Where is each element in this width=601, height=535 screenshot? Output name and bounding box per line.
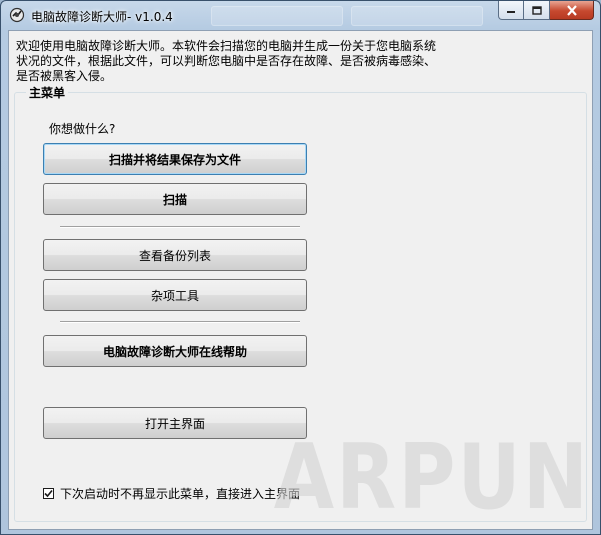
intro-text: 欢迎使用电脑故障诊断大师。本软件会扫描您的电脑并生成一份关于您电脑系统状况的文件… (16, 39, 437, 83)
close-button[interactable] (550, 1, 594, 20)
question-label: 你想做什么? (49, 122, 116, 136)
scan-and-save-button[interactable]: 扫描并将结果保存为文件 (43, 143, 307, 175)
skip-menu-option[interactable]: 下次启动时不再显示此菜单，直接进入主界面 (43, 485, 300, 502)
open-main-interface-button[interactable]: 打开主界面 (43, 407, 307, 439)
app-window: 电脑故障诊断大师- v1.0.4 欢迎使用电脑故障诊断大师。本软件会扫描您的电脑… (0, 0, 601, 535)
separator (60, 321, 300, 323)
window-title: 电脑故障诊断大师- v1.0.4 (31, 10, 173, 24)
main-menu-legend: 主菜单 (26, 84, 69, 101)
caption-buttons (498, 1, 594, 21)
minimize-icon (507, 11, 515, 13)
checkmark-icon (44, 489, 53, 498)
dialog-client-area: 欢迎使用电脑故障诊断大师。本软件会扫描您的电脑并生成一份关于您电脑系统状况的文件… (8, 30, 593, 530)
main-menu-group: 主菜单 你想做什么? 扫描并将结果保存为文件 扫描 查看备份列表 杂项工具 电脑… (14, 84, 587, 522)
maximize-button[interactable] (524, 1, 550, 20)
minimize-button[interactable] (498, 1, 524, 20)
background-taskbar-ghost (351, 6, 483, 26)
misc-tools-button[interactable]: 杂项工具 (43, 279, 307, 311)
skip-menu-label: 下次启动时不再显示此菜单，直接进入主界面 (60, 487, 301, 501)
maximize-icon (531, 5, 542, 15)
close-icon (566, 4, 577, 16)
background-taskbar-ghost (211, 6, 343, 26)
skip-menu-checkbox[interactable] (43, 488, 54, 499)
title-bar[interactable]: 电脑故障诊断大师- v1.0.4 (1, 1, 600, 29)
separator (60, 226, 300, 228)
online-help-button[interactable]: 电脑故障诊断大师在线帮助 (43, 335, 307, 367)
app-icon (9, 7, 25, 23)
view-backup-list-button[interactable]: 查看备份列表 (43, 239, 307, 271)
scan-button[interactable]: 扫描 (43, 183, 307, 215)
